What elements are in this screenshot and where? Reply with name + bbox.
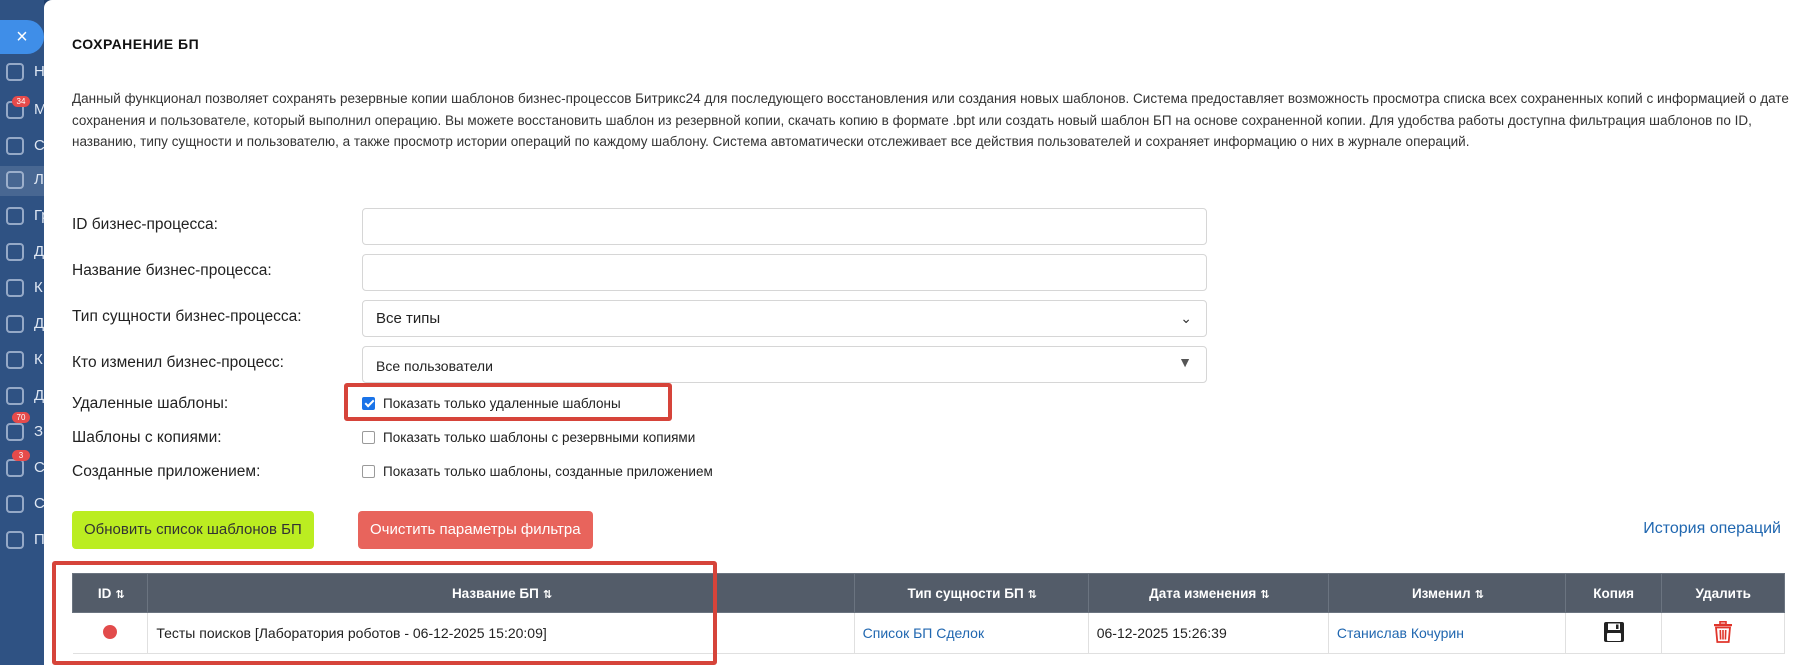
user-select-value: Все пользователи (376, 358, 493, 374)
copies-label: Шаблоны с копиями: (72, 429, 222, 446)
col-delete-header: Удалить (1661, 573, 1785, 613)
clear-filter-button[interactable]: Очистить параметры фильтра (358, 511, 593, 549)
cell-name: Тесты поисков [Лаборатория роботов - 06-… (147, 612, 855, 654)
bg-sidebar-item: П (0, 526, 45, 556)
group-icon (6, 207, 24, 225)
operations-history-link[interactable]: История операций (1643, 520, 1781, 538)
copies-checkbox-row[interactable]: Показать только шаблоны с резервными коп… (362, 426, 695, 448)
copies-checkbox[interactable] (362, 430, 375, 444)
col-type-header[interactable]: Тип сущности БП ⇅ (853, 573, 1089, 613)
drive-icon (6, 243, 24, 261)
slider-panel: СОХРАНЕНИЕ БП Данный функционал позволяе… (44, 0, 1815, 665)
app-checkbox-label[interactable]: Показать только шаблоны, созданные прило… (383, 464, 713, 479)
settings-icon (6, 495, 24, 513)
tasks-icon (6, 423, 24, 441)
deleted-label: Удаленные шаблоны: (72, 395, 229, 412)
cell-type: Список БП Сделок (854, 612, 1089, 654)
close-icon[interactable]: × (16, 26, 28, 48)
deleted-checkbox[interactable] (362, 396, 375, 410)
type-select[interactable]: Все типы ⌄ (362, 300, 1207, 337)
save-icon[interactable] (1603, 621, 1625, 643)
name-input[interactable] (362, 254, 1207, 291)
list-icon (6, 171, 24, 189)
bg-sidebar-item: Гр (0, 202, 50, 232)
bg-sidebar-item: Н (0, 58, 45, 88)
table-row: Тесты поисков [Лаборатория роботов - 06-… (72, 612, 1785, 654)
deleted-checkbox-row[interactable]: Показать только удаленные шаблоны (362, 392, 621, 414)
cell-date: 06-12-2025 15:26:39 (1088, 612, 1329, 654)
calendar-icon (6, 279, 24, 297)
sort-icon: ⇅ (115, 588, 124, 601)
trash-icon[interactable] (1713, 620, 1733, 643)
home-icon (6, 63, 24, 81)
id-label: ID бизнес-процесса: (72, 216, 218, 233)
deleted-status-dot-icon (102, 624, 117, 639)
templates-table: ID ⇅ Название БП ⇅ Тип сущности БП ⇅ Дата и… (71, 573, 1785, 654)
cell-user: Станислав Кочурин (1328, 612, 1566, 654)
cell-delete (1661, 612, 1785, 654)
sort-icon: ⇅ (1474, 588, 1484, 601)
entity-type-link[interactable]: Список БП Сделок (863, 625, 984, 641)
refresh-templates-button[interactable]: Обновить список шаблонов БП (72, 511, 314, 549)
app-checkbox[interactable] (362, 464, 375, 478)
type-label: Тип сущности бизнес-процесса: (72, 308, 302, 325)
chevron-down-icon: ⌄ (1180, 310, 1192, 326)
col-id-header[interactable]: ID ⇅ (71, 573, 149, 613)
deleted-checkbox-label[interactable]: Показать только удаленные шаблоны (383, 396, 621, 411)
chat-badge: 34 (12, 96, 30, 107)
page-title: СОХРАНЕНИЕ БП (72, 36, 200, 52)
col-copy-header: Копия (1564, 573, 1663, 613)
bg-sidebar-item: С (0, 132, 45, 162)
close-slider-button[interactable]: × (0, 20, 44, 54)
crm-icon (6, 351, 24, 369)
bg-sidebar-item-active: Л (0, 166, 44, 196)
sort-icon: ⇅ (1260, 588, 1269, 601)
bg-sidebar-item: С (0, 490, 45, 520)
tasks-badge: 70 (12, 412, 30, 423)
name-label: Название бизнес-процесса: (72, 262, 272, 279)
col-name-header[interactable]: Название БП ⇅ (147, 573, 855, 613)
document-icon (6, 315, 24, 333)
bg-sidebar-item: Д (0, 238, 44, 268)
id-input[interactable] (362, 208, 1207, 245)
page-description: Данный функционал позволяет сохранять ре… (72, 91, 1789, 149)
user-select[interactable]: Все пользователи ▼ (362, 346, 1207, 383)
caret-down-icon: ▼ (1178, 354, 1192, 370)
sort-icon: ⇅ (1027, 588, 1037, 601)
bg-sidebar-item: Д (0, 310, 44, 340)
app-checkbox-row[interactable]: Показать только шаблоны, созданные прило… (362, 460, 713, 482)
feed-icon (6, 137, 24, 155)
bg-sidebar-item: Д (0, 382, 44, 412)
table-header-row: ID ⇅ Название БП ⇅ Тип сущности БП ⇅ Дата и… (71, 573, 1785, 613)
background-sidebar: Н М 34 С Л Гр Д К Д К Д З 70 С 3 С П (0, 0, 50, 665)
avatar-icon (6, 531, 24, 549)
col-date-header[interactable]: Дата изменения ⇅ (1087, 573, 1329, 613)
bg-sidebar-item: К (0, 346, 44, 376)
sort-icon: ⇅ (542, 588, 552, 601)
user-label: Кто изменил бизнес-процесс: (72, 354, 284, 371)
user-link[interactable]: Станислав Кочурин (1337, 625, 1464, 641)
col-user-header[interactable]: Изменил ⇅ (1327, 573, 1566, 613)
app-label: Созданные приложением: (72, 463, 261, 480)
filter-badge: 3 (12, 450, 30, 461)
filter-icon (6, 459, 24, 477)
sites-icon (6, 387, 24, 405)
cell-status (72, 612, 149, 654)
copies-checkbox-label[interactable]: Показать только шаблоны с резервными коп… (383, 430, 695, 445)
bg-sidebar-item: К (0, 274, 44, 304)
type-select-value: Все типы (376, 310, 441, 327)
cell-copy (1565, 612, 1663, 654)
